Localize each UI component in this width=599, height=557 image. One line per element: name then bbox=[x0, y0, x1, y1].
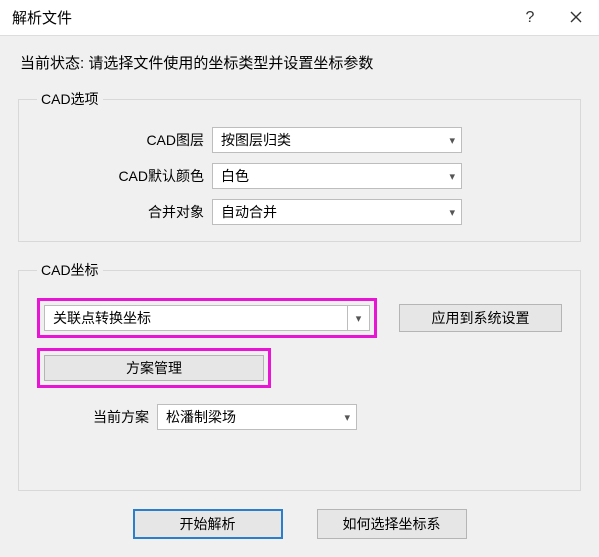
titlebar: 解析文件 ? bbox=[0, 0, 599, 36]
cad-coord-legend: CAD坐标 bbox=[37, 260, 103, 280]
chevron-down-icon: ▾ bbox=[347, 306, 369, 330]
row-cad-layer: CAD图层 按图层归类 ▾ bbox=[37, 127, 562, 153]
current-scheme-label: 当前方案 bbox=[37, 407, 157, 427]
close-button[interactable] bbox=[553, 0, 599, 36]
highlight-transform-select: 关联点转换坐标 ▾ bbox=[37, 298, 377, 338]
cad-options-legend: CAD选项 bbox=[37, 89, 103, 109]
label-merge: 合并对象 bbox=[37, 202, 212, 222]
select-cad-color-value: 白色 bbox=[221, 166, 249, 186]
scheme-manage-row: 方案管理 bbox=[37, 348, 562, 388]
select-merge-value: 自动合并 bbox=[221, 202, 277, 222]
select-coord-transform[interactable]: 关联点转换坐标 ▾ bbox=[44, 305, 370, 331]
scheme-manage-label: 方案管理 bbox=[126, 358, 182, 378]
client-area: 当前状态: 请选择文件使用的坐标类型并设置坐标参数 CAD选项 CAD图层 按图… bbox=[0, 36, 599, 557]
apply-to-system-label: 应用到系统设置 bbox=[432, 308, 530, 328]
row-merge: 合并对象 自动合并 ▾ bbox=[37, 199, 562, 225]
current-scheme-row: 当前方案 松潘制梁场 ▾ bbox=[37, 404, 562, 430]
chevron-down-icon: ▾ bbox=[449, 134, 455, 147]
cad-coord-group: CAD坐标 关联点转换坐标 ▾ 应用到系统设置 方案管理 当前方案 松 bbox=[18, 260, 581, 491]
label-cad-layer: CAD图层 bbox=[37, 130, 212, 150]
window-title: 解析文件 bbox=[12, 7, 507, 28]
label-cad-color: CAD默认颜色 bbox=[37, 166, 212, 186]
chevron-down-icon: ▾ bbox=[449, 206, 455, 219]
chevron-down-icon: ▾ bbox=[344, 411, 350, 424]
select-current-scheme[interactable]: 松潘制梁场 ▾ bbox=[157, 404, 357, 430]
scheme-manage-button[interactable]: 方案管理 bbox=[44, 355, 264, 381]
footer-buttons: 开始解析 如何选择坐标系 bbox=[18, 509, 581, 539]
start-parse-button[interactable]: 开始解析 bbox=[133, 509, 283, 539]
select-merge[interactable]: 自动合并 ▾ bbox=[212, 199, 462, 225]
select-cad-layer[interactable]: 按图层归类 ▾ bbox=[212, 127, 462, 153]
row-cad-color: CAD默认颜色 白色 ▾ bbox=[37, 163, 562, 189]
chevron-down-icon: ▾ bbox=[449, 170, 455, 183]
how-to-choose-label: 如何选择坐标系 bbox=[343, 514, 441, 534]
apply-to-system-button[interactable]: 应用到系统设置 bbox=[399, 304, 562, 332]
highlight-scheme-manage: 方案管理 bbox=[37, 348, 271, 388]
cad-options-group: CAD选项 CAD图层 按图层归类 ▾ CAD默认颜色 白色 ▾ 合并对象 自动… bbox=[18, 89, 581, 242]
help-button[interactable]: ? bbox=[507, 0, 553, 36]
start-parse-label: 开始解析 bbox=[180, 514, 236, 534]
coord-top-row: 关联点转换坐标 ▾ 应用到系统设置 bbox=[37, 298, 562, 338]
select-current-scheme-value: 松潘制梁场 bbox=[166, 407, 236, 427]
select-cad-layer-value: 按图层归类 bbox=[221, 130, 291, 150]
select-coord-transform-value: 关联点转换坐标 bbox=[45, 308, 151, 328]
status-line: 当前状态: 请选择文件使用的坐标类型并设置坐标参数 bbox=[20, 52, 581, 73]
select-cad-color[interactable]: 白色 ▾ bbox=[212, 163, 462, 189]
how-to-choose-button[interactable]: 如何选择坐标系 bbox=[317, 509, 467, 539]
close-icon bbox=[570, 8, 582, 28]
